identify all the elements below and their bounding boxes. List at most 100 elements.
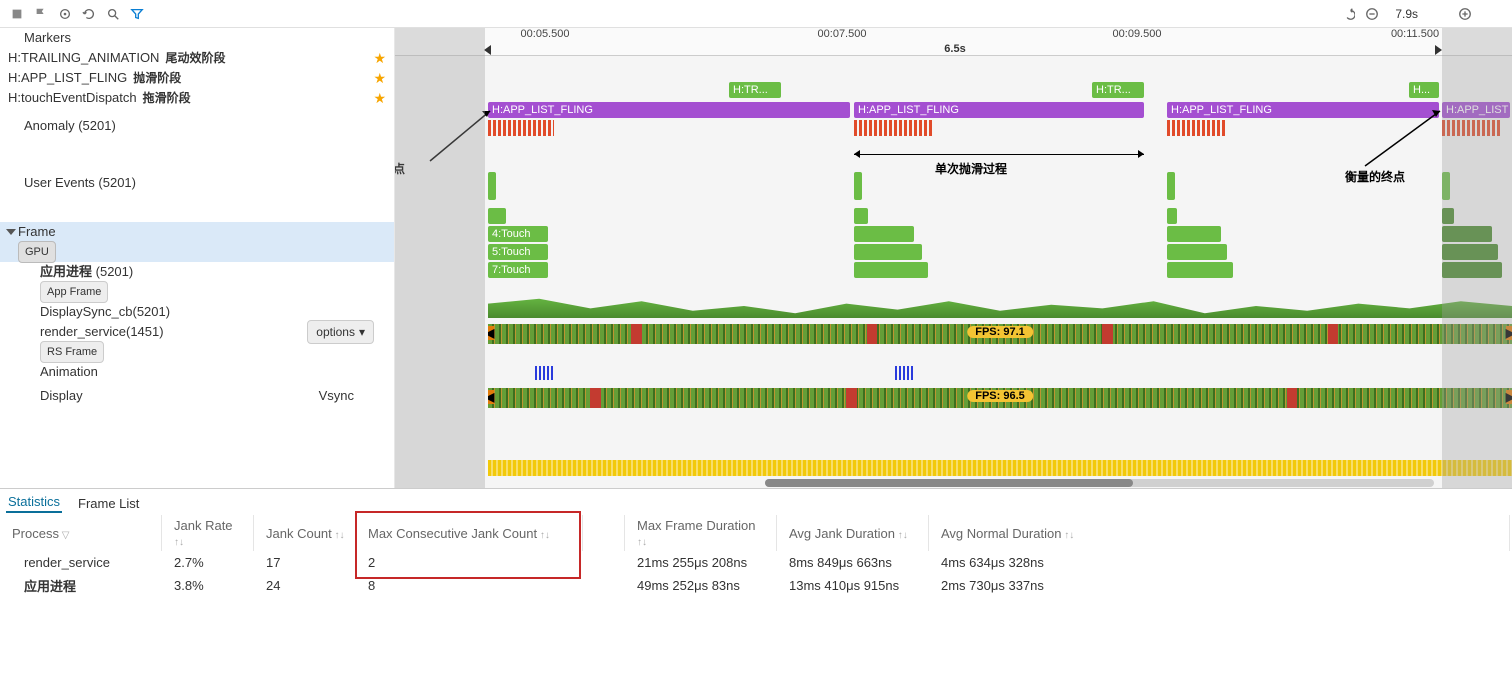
horizontal-scrollbar[interactable]: [765, 479, 1434, 487]
range-arrow-right-icon: [1435, 45, 1442, 55]
touch-event[interactable]: [854, 226, 914, 242]
col-jank-count[interactable]: Jank Count: [256, 515, 356, 551]
col-max-dur[interactable]: Max Frame Duration: [627, 515, 777, 551]
fling-block[interactable]: H:APP_LIST_FLING: [854, 102, 1144, 118]
stop-icon[interactable]: [10, 7, 24, 21]
markers-header[interactable]: Markers: [0, 28, 394, 48]
timeline-panel[interactable]: 00:05.500 00:07.500 00:09.500 00:11.500 …: [395, 28, 1512, 488]
cell-max-cons: 2: [358, 553, 583, 572]
gpu-row[interactable]: GPU: [0, 242, 394, 262]
star-icon[interactable]: ★: [373, 48, 386, 68]
rs-frame-chip-row: RS Frame: [0, 342, 394, 362]
vsync-track[interactable]: [488, 460, 1512, 476]
anno-single-line: [854, 154, 1144, 155]
anno-end: 衡量的终点: [1345, 168, 1405, 185]
anomaly-row[interactable]: Anomaly (5201): [0, 108, 394, 144]
star-icon[interactable]: ★: [373, 68, 386, 88]
marker-row-touch[interactable]: H:touchEventDispatch拖滑阶段★: [0, 88, 394, 108]
time-header[interactable]: 00:05.500 00:07.500 00:09.500 00:11.500 …: [395, 28, 1512, 56]
app-frame-chip[interactable]: App Frame: [40, 281, 108, 303]
touch-event[interactable]: [854, 244, 922, 260]
app-proc-row[interactable]: 应用进程 (5201): [0, 262, 394, 282]
col-spacer: [585, 515, 625, 551]
animation-label: Animation: [40, 362, 98, 382]
table-row[interactable]: render_service 2.7% 17 2 21ms 255μs 208n…: [2, 553, 1510, 572]
trailing-tag[interactable]: H:TR...: [1092, 82, 1144, 98]
anomaly-label: Anomaly (5201): [24, 116, 116, 136]
bottom-tabs: Statistics Frame List: [0, 489, 1512, 513]
zoom-in-icon[interactable]: [1458, 7, 1472, 21]
col-avg-jank[interactable]: Avg Jank Duration: [779, 515, 929, 551]
touch-event[interactable]: 7:Touch: [488, 262, 548, 278]
undo-icon[interactable]: [1341, 7, 1355, 21]
touch-barcode[interactable]: [854, 120, 932, 136]
anno-arrow-end-icon: [1355, 106, 1445, 176]
proc1-name: 应用进程: [40, 262, 92, 282]
frame-section[interactable]: Frame: [0, 222, 394, 242]
shade-right: [1442, 28, 1512, 488]
trailing-tag[interactable]: H:TR...: [729, 82, 781, 98]
anomaly-tick[interactable]: [1167, 172, 1175, 200]
animation-row[interactable]: Animation: [0, 362, 394, 382]
col-jank-rate[interactable]: Jank Rate: [164, 515, 254, 551]
options-button[interactable]: options ▾: [307, 320, 374, 344]
col-max-cons-jank[interactable]: Max Consecutive Jank Count: [358, 515, 583, 551]
target-icon[interactable]: [58, 7, 72, 21]
rs-fps-track[interactable]: FPS: 96.5 ◀ ▶: [488, 388, 1512, 408]
range-duration: 6.5s: [944, 43, 965, 55]
range-arrow-left-icon: [484, 45, 491, 55]
render-service-row[interactable]: render_service(1451)options ▾: [0, 322, 394, 342]
user-event[interactable]: [854, 208, 868, 224]
touch-event[interactable]: 5:Touch: [488, 244, 548, 260]
search-icon[interactable]: [106, 7, 120, 21]
frame-label: Frame: [18, 222, 56, 242]
zoom-out-icon[interactable]: [1365, 7, 1379, 21]
touch-event[interactable]: [854, 262, 928, 278]
user-events-label: User Events (5201): [24, 173, 136, 193]
user-events-row[interactable]: User Events (5201): [0, 144, 394, 222]
touch-event[interactable]: [1167, 244, 1227, 260]
scrollbar-thumb[interactable]: [765, 479, 1133, 487]
table-row[interactable]: 应用进程 3.8% 24 8 49ms 252μs 83ns 13ms 410μ…: [2, 574, 1510, 597]
touch-barcode[interactable]: [1167, 120, 1227, 136]
star-icon[interactable]: ★: [373, 88, 386, 108]
cell-avg-norm: 4ms 634μs 328ns: [931, 553, 1510, 572]
filter-icon[interactable]: [130, 7, 144, 21]
displaysync-tick[interactable]: [895, 366, 913, 380]
refresh-icon[interactable]: [82, 7, 96, 21]
options-label: options: [316, 322, 355, 342]
filter-icon[interactable]: [59, 526, 69, 541]
displaysync-tick[interactable]: [535, 366, 555, 380]
trailing-tag[interactable]: H...: [1409, 82, 1439, 98]
flag-icon[interactable]: [34, 7, 48, 21]
col-process[interactable]: Process: [2, 515, 162, 551]
col-avg-norm[interactable]: Avg Normal Duration: [931, 515, 1510, 551]
fling-block[interactable]: H:APP_LIST_FLING: [488, 102, 850, 118]
marker-row-trailing[interactable]: H:TRAILING_ANIMATION尾动效阶段★: [0, 48, 394, 68]
user-event[interactable]: [488, 208, 506, 224]
touch-event[interactable]: [1167, 262, 1233, 278]
user-event[interactable]: [1167, 208, 1177, 224]
time-tick: 00:09.500: [1113, 28, 1162, 40]
rs-frame-chip[interactable]: RS Frame: [40, 341, 104, 363]
bottom-panel: Statistics Frame List Process Jank Rate …: [0, 488, 1512, 599]
marker-cn: 抛滑阶段: [133, 68, 181, 88]
marker-row-fling[interactable]: H:APP_LIST_FLING抛滑阶段★: [0, 68, 394, 88]
marker-name: H:TRAILING_ANIMATION: [8, 48, 159, 68]
display-sync-row[interactable]: DisplaySync_cb(5201): [0, 302, 394, 322]
anomaly-tick[interactable]: [488, 172, 496, 200]
shade-left: [395, 28, 485, 488]
track-sidebar: Markers H:TRAILING_ANIMATION尾动效阶段★ H:APP…: [0, 28, 395, 488]
display-row[interactable]: DisplayVsync: [0, 382, 394, 410]
tab-statistics[interactable]: Statistics: [6, 492, 62, 513]
anomaly-tick[interactable]: [854, 172, 862, 200]
time-tick: 00:05.500: [521, 28, 570, 40]
marker-name: H:touchEventDispatch: [8, 88, 137, 108]
gpu-wave[interactable]: [488, 294, 1512, 318]
table-header-row: Process Jank Rate Jank Count Max Consecu…: [2, 515, 1510, 551]
touch-event[interactable]: 4:Touch: [488, 226, 548, 242]
app-fps-track[interactable]: FPS: 97.1 ◀ ▶: [488, 324, 1512, 344]
display-sync-label: DisplaySync_cb(5201): [40, 302, 170, 322]
tab-frame-list[interactable]: Frame List: [76, 494, 141, 513]
touch-event[interactable]: [1167, 226, 1221, 242]
